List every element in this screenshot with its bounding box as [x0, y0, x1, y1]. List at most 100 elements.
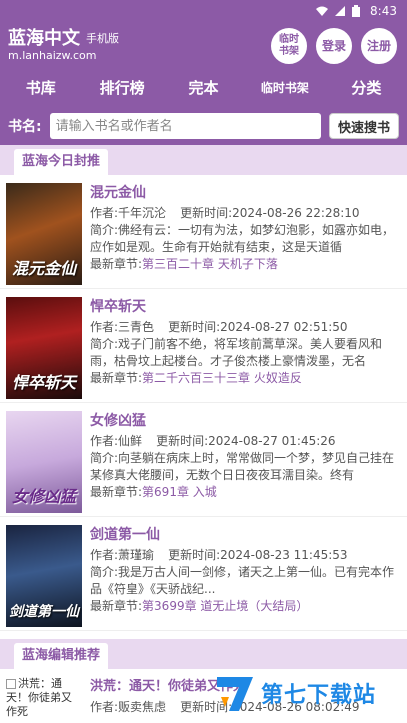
status-bar: 8:43: [0, 0, 407, 22]
book-intro: 简介:戏子门前客不绝，将军垓前蒿草深。美人要看风和雨，枯骨坟上起楼台。才子俊杰楼…: [90, 336, 401, 370]
latest-chapter-link[interactable]: 第二千六百三十三章 火奴造反: [142, 371, 302, 385]
latest-chapter-link[interactable]: 第三百二十章 天机子下落: [142, 257, 278, 271]
nav-item-bookshelf[interactable]: 临时书架: [244, 79, 325, 96]
book-title[interactable]: 女修凶猛: [90, 411, 401, 433]
nav-item-category[interactable]: 分类: [326, 77, 407, 98]
signal-icon: [334, 5, 346, 17]
section-title: 蓝海今日封推: [14, 149, 109, 175]
intro-label: 简介:: [90, 451, 119, 465]
book-intro-text: 向茎躺在病床上时，常常做同一个梦，梦见自己挂在某修真大佬腰间，无数个日日夜夜耳濡…: [90, 451, 395, 482]
book-author: 仙鲜: [118, 434, 143, 448]
site-header: 蓝海中文 手机版 m.lanhaizw.com 临时书架 登录 注册: [0, 22, 407, 67]
book-cover[interactable]: 混元金仙: [6, 183, 82, 285]
section-editor: 蓝海编辑推荐: [0, 639, 407, 669]
book-author: 三青色: [118, 320, 155, 334]
login-button[interactable]: 登录: [316, 28, 352, 64]
nav-item-completed[interactable]: 完本: [163, 77, 244, 98]
latest-chapter-link[interactable]: 第691章 入城: [142, 485, 217, 499]
book-info: 混元金仙 作者:千年沉沦 更新时间:2024-08-26 22:28:10 简介:…: [90, 183, 401, 282]
search-input[interactable]: [49, 113, 321, 139]
book-latest: 最新章节:第3699章 道无止境（大结局）: [90, 598, 401, 615]
status-time: 8:43: [370, 4, 397, 18]
book-updated: 2024-08-27 02:51:50: [220, 320, 348, 334]
book-title[interactable]: 悍卒斩天: [90, 297, 401, 319]
login-button-label: 登录: [321, 39, 346, 53]
book-intro-text: 我是万古人间一剑修，诸天之上第一仙。已有完本作品《符皇》《天骄战纪...: [90, 565, 395, 596]
bookshelf-button-label: 临时书架: [279, 34, 299, 57]
book-title[interactable]: 混元金仙: [90, 183, 401, 205]
book-item[interactable]: 剑道第一仙 剑道第一仙 作者:萧瑾瑜 更新时间:2024-08-23 11:45:…: [0, 517, 407, 631]
book-cover[interactable]: 女修凶猛: [6, 411, 82, 513]
book-info: 悍卒斩天 作者:三青色 更新时间:2024-08-27 02:51:50 简介:戏…: [90, 297, 401, 396]
search-bar: 书名: 快速搜书: [0, 107, 407, 145]
book-intro-text: 佛经有云：一切有为法，如梦幻泡影，如露亦如电，应作如是观。生命有开始就有结束，这…: [90, 223, 395, 254]
book-cover-title: 悍卒斩天: [11, 373, 76, 392]
book-intro: 简介:佛经有云：一切有为法，如梦幻泡影，如露亦如电，应作如是观。生命有开始就有结…: [90, 222, 401, 256]
book-updated: 2024-08-26 22:28:10: [232, 206, 360, 220]
book-cover[interactable]: 剑道第一仙: [6, 525, 82, 627]
book-cover[interactable]: 洪荒：通天！你徒弟又作死: [6, 677, 82, 723]
author-label: 作者:: [90, 700, 119, 714]
main-nav: 书库 排行榜 完本 临时书架 分类: [0, 67, 407, 107]
site-subtitle: 手机版: [86, 32, 119, 45]
book-author: 千年沉沦: [118, 206, 167, 220]
updated-label: 更新时间:: [168, 548, 221, 562]
search-label: 书名:: [8, 119, 42, 135]
book-intro: 简介:向茎躺在病床上时，常常做同一个梦，梦见自己挂在某修真大佬腰间，无数个日日夜…: [90, 450, 401, 484]
battery-icon: [352, 5, 364, 17]
site-domain: m.lanhaizw.com: [8, 49, 97, 62]
book-updated: 2024-08-27 01:45:26: [208, 434, 336, 448]
book-meta: 作者:三青色 更新时间:2024-08-27 02:51:50: [90, 319, 401, 336]
register-button-label: 注册: [366, 39, 391, 53]
latest-chapter-link[interactable]: 第3699章 道无止境（大结局）: [142, 599, 308, 613]
wifi-icon: [316, 5, 329, 17]
register-button[interactable]: 注册: [361, 28, 397, 64]
search-button[interactable]: 快速搜书: [328, 113, 399, 139]
book-item[interactable]: 混元金仙 混元金仙 作者:千年沉沦 更新时间:2024-08-26 22:28:1…: [0, 175, 407, 289]
book-updated: 2024-08-23 11:45:53: [220, 548, 348, 562]
book-meta: 作者:仙鲜 更新时间:2024-08-27 01:45:26: [90, 433, 401, 450]
site-logo[interactable]: 蓝海中文: [8, 24, 80, 50]
author-label: 作者:: [90, 320, 119, 334]
book-cover-title: 女修凶猛: [11, 487, 76, 506]
book-item[interactable]: 悍卒斩天 悍卒斩天 作者:三青色 更新时间:2024-08-27 02:51:50…: [0, 289, 407, 403]
book-latest: 最新章节:第691章 入城: [90, 484, 401, 501]
intro-label: 简介:: [90, 565, 119, 579]
book-cover-title: 混元金仙: [11, 259, 76, 278]
latest-label: 最新章节:: [90, 257, 143, 271]
watermark-text: 第七下载站: [261, 683, 377, 708]
author-label: 作者:: [90, 434, 119, 448]
book-author: 贩卖焦虑: [118, 700, 167, 714]
author-label: 作者:: [90, 206, 119, 220]
book-cover-title: 剑道第一仙: [9, 604, 79, 620]
nav-item-ranking[interactable]: 排行榜: [81, 77, 162, 98]
watermark: 第七下载站: [213, 671, 403, 715]
book-info: 剑道第一仙 作者:萧瑾瑜 更新时间:2024-08-23 11:45:53 简介:…: [90, 525, 401, 624]
book-meta: 作者:千年沉沦 更新时间:2024-08-26 22:28:10: [90, 205, 401, 222]
latest-label: 最新章节:: [90, 485, 143, 499]
intro-label: 简介:: [90, 223, 119, 237]
book-cover[interactable]: 悍卒斩天: [6, 297, 82, 399]
book-latest: 最新章节:第二千六百三十三章 火奴造反: [90, 370, 401, 387]
book-meta: 作者:萧瑾瑜 更新时间:2024-08-23 11:45:53: [90, 547, 401, 564]
book-intro-text: 戏子门前客不绝，将军垓前蒿草深。美人要看风和雨，枯骨坟上起楼台。才子俊杰楼上豪情…: [90, 337, 383, 368]
bookshelf-button[interactable]: 临时书架: [271, 28, 307, 64]
nav-item-library[interactable]: 书库: [0, 77, 81, 98]
updated-label: 更新时间:: [180, 206, 233, 220]
book-intro: 简介:我是万古人间一剑修，诸天之上第一仙。已有完本作品《符皇》《天骄战纪...: [90, 564, 401, 598]
intro-label: 简介:: [90, 337, 119, 351]
broken-image-icon: [6, 679, 16, 689]
section-title: 蓝海编辑推荐: [14, 643, 109, 669]
latest-label: 最新章节:: [90, 371, 143, 385]
book-author: 萧瑾瑜: [118, 548, 155, 562]
updated-label: 更新时间:: [168, 320, 221, 334]
section-featured: 蓝海今日封推: [0, 145, 407, 175]
watermark-logo-icon: [217, 677, 253, 711]
author-label: 作者:: [90, 548, 119, 562]
updated-label: 更新时间:: [156, 434, 209, 448]
book-info: 女修凶猛 作者:仙鲜 更新时间:2024-08-27 01:45:26 简介:向茎…: [90, 411, 401, 510]
latest-label: 最新章节:: [90, 599, 143, 613]
book-latest: 最新章节:第三百二十章 天机子下落: [90, 256, 401, 273]
book-title[interactable]: 剑道第一仙: [90, 525, 401, 547]
book-item[interactable]: 女修凶猛 女修凶猛 作者:仙鲜 更新时间:2024-08-27 01:45:26 …: [0, 403, 407, 517]
